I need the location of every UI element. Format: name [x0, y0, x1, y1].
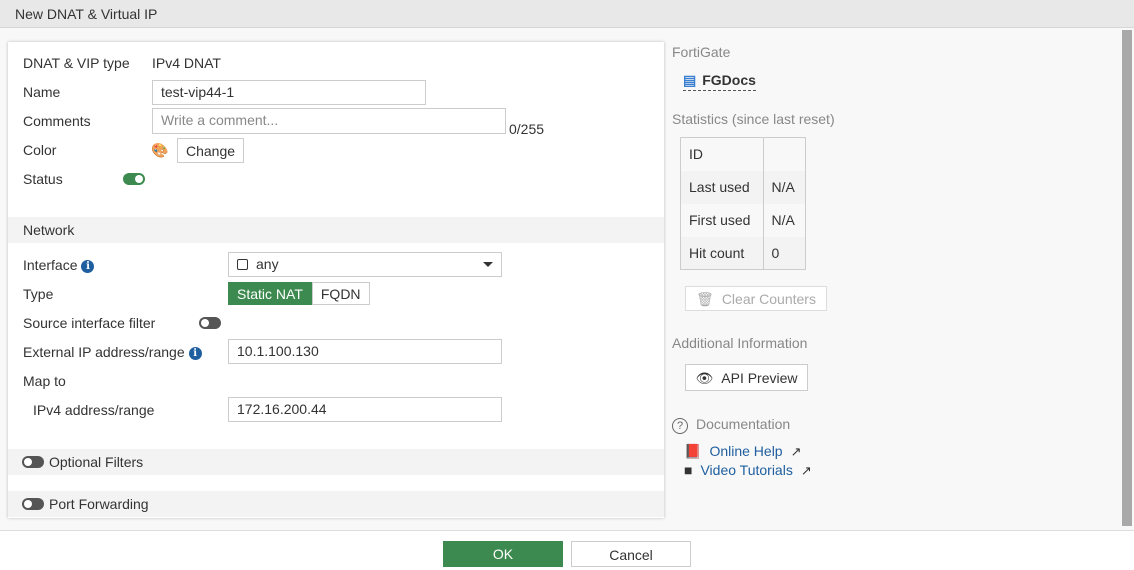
comments-input[interactable]: Write a comment...: [152, 108, 506, 134]
external-link-icon: ↗: [800, 463, 812, 478]
name-label: Name: [23, 84, 61, 100]
status-label: Status: [23, 171, 63, 187]
scrollbar[interactable]: [1122, 30, 1132, 526]
type-label: DNAT & VIP type: [23, 55, 130, 71]
stat-key: Last used: [680, 170, 764, 204]
external-ip-input[interactable]: 10.1.100.130: [228, 339, 502, 364]
interface-select[interactable]: any: [228, 252, 502, 277]
type-static-nat[interactable]: Static NAT: [228, 282, 312, 305]
comments-count: 0/255: [509, 121, 545, 137]
cancel-button[interactable]: Cancel: [571, 541, 691, 567]
device-icon: ▤: [683, 72, 697, 88]
palette-icon: 🎨: [151, 142, 169, 158]
source-filter-label: Source interface filter: [23, 315, 156, 331]
status-toggle[interactable]: [123, 173, 145, 185]
optional-filters-toggle[interactable]: [22, 456, 44, 468]
stat-key: First used: [680, 203, 764, 237]
help-icon: ?: [672, 418, 688, 434]
eye-icon: 👁: [695, 370, 714, 386]
fortigate-header: FortiGate: [672, 44, 731, 60]
stat-value: [763, 137, 807, 171]
stat-value: N/A: [763, 203, 807, 237]
table-row: Last used N/A: [680, 170, 807, 204]
ipv4-label: IPv4 address/range: [33, 402, 155, 418]
video-icon: ■: [684, 462, 693, 478]
external-ip-label: External IP address/range i: [23, 344, 202, 360]
online-help-link[interactable]: 📕 Online Help ↗: [684, 443, 802, 460]
table-row: First used N/A: [680, 203, 807, 237]
comments-label: Comments: [23, 113, 91, 129]
source-filter-toggle[interactable]: [199, 317, 221, 329]
video-tutorials-link[interactable]: ■ Video Tutorials ↗: [684, 462, 812, 479]
stat-value: N/A: [763, 170, 807, 204]
dialog-footer: OK Cancel: [0, 530, 1134, 570]
network-header: Network: [8, 217, 664, 243]
trash-icon: 🗑: [696, 291, 714, 307]
table-row: Hit count 0: [680, 236, 807, 270]
interface-label: Interface i: [23, 257, 95, 273]
type-fqdn[interactable]: FQDN: [311, 282, 370, 305]
port-forwarding-section: Port Forwarding: [8, 491, 664, 517]
api-preview-button[interactable]: 👁 API Preview: [685, 364, 808, 391]
color-label: Color: [23, 142, 57, 158]
external-link-icon: ↗: [790, 444, 802, 459]
clear-counters-button[interactable]: 🗑 Clear Counters: [685, 286, 827, 311]
book-icon: 📕: [684, 443, 702, 459]
form-panel: DNAT & VIP type IPv4 DNAT Name test-vip4…: [8, 42, 664, 518]
interface-icon: [237, 259, 248, 270]
port-forwarding-toggle[interactable]: [22, 498, 44, 510]
device-link[interactable]: ▤ FGDocs: [683, 72, 756, 91]
stat-key: Hit count: [680, 236, 764, 270]
info-icon: i: [81, 260, 95, 273]
type-label-network: Type: [23, 286, 54, 302]
chevron-down-icon: [483, 262, 493, 267]
stats-table: ID Last used N/A First used N/A Hit count 0: [680, 137, 807, 270]
ipv4-input[interactable]: 172.16.200.44: [228, 397, 502, 422]
map-to-label: Map to: [23, 373, 66, 389]
table-row: ID: [680, 137, 807, 171]
change-color-button[interactable]: Change: [177, 138, 244, 163]
info-icon: i: [188, 347, 202, 360]
name-input[interactable]: test-vip44-1: [152, 80, 426, 105]
stats-header: Statistics (since last reset): [672, 111, 835, 127]
additional-info-header: Additional Information: [672, 335, 808, 351]
optional-filters-section: Optional Filters: [8, 449, 664, 475]
dialog-title: New DNAT & Virtual IP: [0, 0, 1134, 28]
stat-value: 0: [763, 236, 807, 270]
type-value: IPv4 DNAT: [152, 55, 221, 71]
stat-key: ID: [680, 137, 764, 171]
type-toggle-group: Static NAT FQDN: [228, 282, 370, 305]
documentation-header: ? Documentation: [672, 416, 790, 434]
ok-button[interactable]: OK: [443, 541, 563, 567]
